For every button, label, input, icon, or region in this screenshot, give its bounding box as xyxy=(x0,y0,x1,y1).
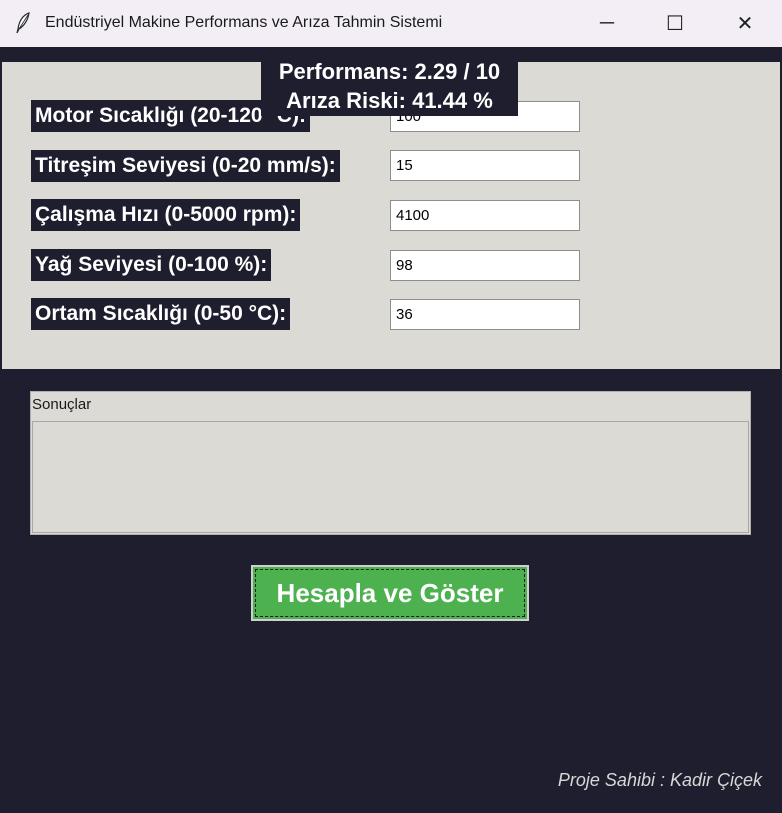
operating-speed-input[interactable] xyxy=(390,200,580,231)
calculate-button[interactable]: Hesapla ve Göster xyxy=(251,565,529,621)
minimize-icon: ─ xyxy=(599,12,615,34)
feather-icon xyxy=(16,12,30,34)
vibration-level-input[interactable] xyxy=(390,150,580,181)
window-title: Endüstriyel Makine Performans ve Arıza T… xyxy=(45,14,443,31)
minimize-button[interactable]: ─ xyxy=(578,0,636,47)
results-frame: Sonuçlar xyxy=(30,391,751,535)
oil-level-input[interactable] xyxy=(390,250,580,281)
ambient-temperature-label: Ortam Sıcaklığı (0-50 °C): xyxy=(31,298,291,330)
close-button[interactable]: ✕ xyxy=(716,0,774,47)
operating-speed-label: Çalışma Hızı (0-5000 rpm): xyxy=(31,199,301,231)
close-icon: ✕ xyxy=(736,13,754,35)
vibration-level-label: Titreşim Seviyesi (0-20 mm/s): xyxy=(31,150,340,182)
title-bar: Endüstriyel Makine Performans ve Arıza T… xyxy=(0,0,782,47)
oil-level-label: Yağ Seviyesi (0-100 %): xyxy=(31,249,272,281)
failure-risk-result: Arıza Riski: 41.44 % xyxy=(286,88,493,113)
maximize-icon: ☐ xyxy=(666,13,684,35)
results-box xyxy=(32,421,749,533)
project-owner-footer: Proje Sahibi : Kadir Çiçek xyxy=(557,770,762,790)
ambient-temperature-input[interactable] xyxy=(390,299,580,330)
performance-result: Performans: 2.29 / 10 xyxy=(278,59,501,84)
calculate-button-label: Hesapla ve Göster xyxy=(276,577,504,608)
maximize-button[interactable]: ☐ xyxy=(646,0,704,47)
results-title: Sonuçlar xyxy=(32,396,92,413)
results-text: Performans: 2.29 / 10 Arıza Riski: 41.44… xyxy=(261,56,518,116)
